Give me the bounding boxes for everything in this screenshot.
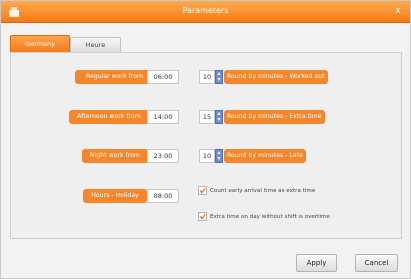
hours-holiday-time-input[interactable]: 08:00 (147, 189, 179, 203)
regular-work-label: Regular work from (75, 70, 154, 84)
early-arrival-checkbox[interactable] (198, 186, 207, 195)
settings-panel: Regular work from 06:00 10 ▴ ▾ Round by m… (10, 52, 402, 239)
spinner-icon[interactable]: ▴ ▾ (215, 149, 223, 163)
window-title: Parameters (182, 6, 229, 15)
afternoon-round-rule: Round by minutes - Extra time (224, 110, 325, 124)
apply-button[interactable]: Apply (296, 254, 337, 272)
night-round-minutes-input[interactable]: 10 (199, 149, 215, 163)
night-round-rule: Round by minutes - Late (224, 149, 306, 163)
spinner-icon[interactable]: ▴ ▾ (215, 110, 223, 124)
afternoon-work-time-input[interactable]: 14:00 (147, 110, 179, 124)
regular-round-minutes-input[interactable]: 10 (199, 70, 215, 84)
hours-holiday-label: Hours - Holiday (83, 189, 147, 203)
early-arrival-label: Count early arrival time as extra time (210, 187, 316, 194)
cancel-button[interactable]: Cancel (355, 254, 398, 272)
extra-time-label: Extra time on day without shift is overt… (210, 213, 330, 220)
regular-round-rule: Round by minutes - Worked out (224, 70, 328, 84)
night-work-label: Night work from (82, 149, 148, 163)
afternoon-work-label: Afternoon work from (69, 110, 149, 124)
extra-time-option[interactable]: Extra time on day without shift is overt… (198, 211, 330, 222)
tab-heure[interactable]: Heure (70, 37, 121, 52)
tab-germany[interactable]: Germany (10, 35, 70, 52)
regular-work-time-input[interactable]: 06:00 (147, 70, 179, 84)
afternoon-round-minutes-input[interactable]: 15 (199, 110, 215, 124)
extra-time-checkbox[interactable] (198, 212, 207, 221)
night-work-time-input[interactable]: 23:00 (147, 149, 179, 163)
title-bar: Parameters x (1, 1, 410, 23)
close-icon[interactable]: x (392, 5, 404, 17)
spinner-icon[interactable]: ▴ ▾ (215, 70, 223, 84)
parameters-window: Parameters x Germany Heure Regular work … (0, 0, 411, 279)
early-arrival-option[interactable]: Count early arrival time as extra time (198, 185, 315, 196)
